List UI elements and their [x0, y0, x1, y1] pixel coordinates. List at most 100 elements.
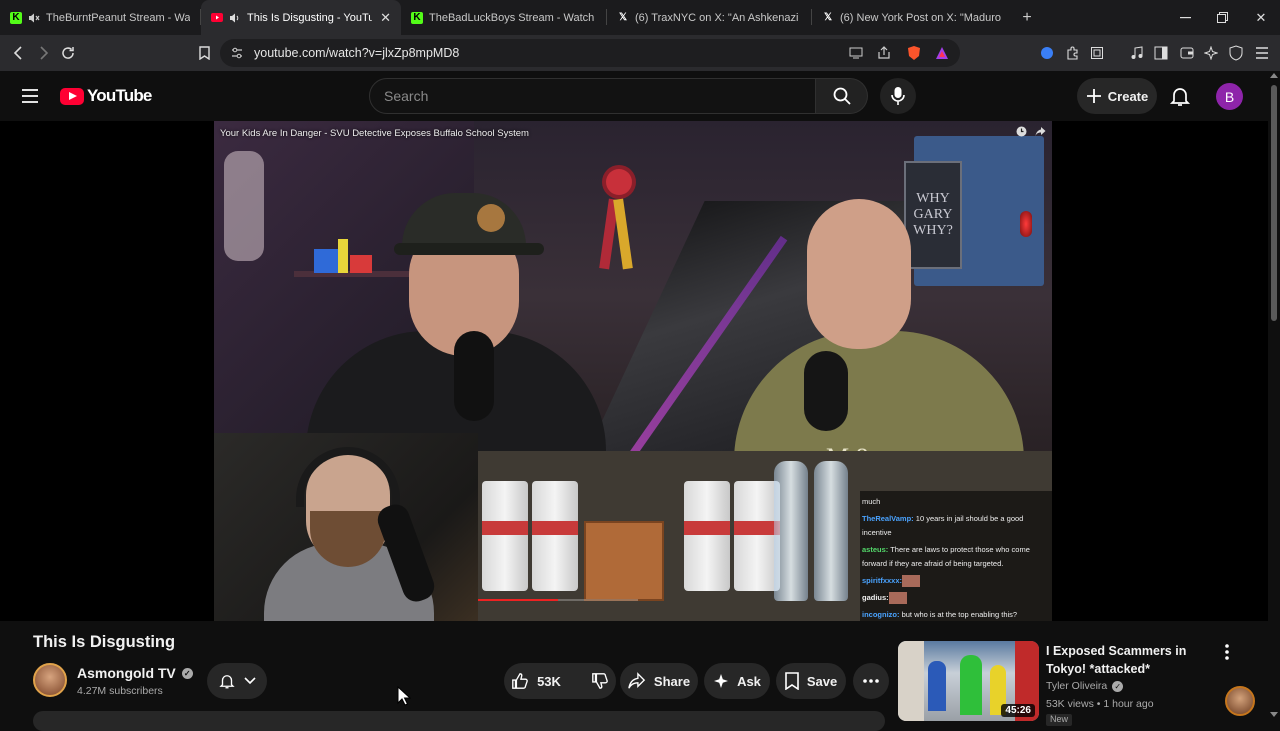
video-title: This Is Disgusting — [33, 633, 176, 651]
search-box — [369, 78, 816, 114]
player-overlay-title[interactable]: Your Kids Are In Danger - SVU Detective … — [220, 128, 529, 139]
channel-avatar[interactable] — [33, 663, 67, 697]
channel-name-row[interactable]: Asmongold TV ✓ — [77, 665, 193, 681]
host-left-cap-brim — [394, 243, 544, 255]
address-bar[interactable]: youtube.com/watch?v=jlxZp8mpMD8 — [220, 39, 960, 67]
search-icon — [833, 87, 851, 105]
like-button[interactable]: 53K — [499, 663, 567, 699]
description-box[interactable] — [33, 711, 885, 731]
tab-youtube-active[interactable]: This Is Disgusting - YouTube ✕ — [201, 0, 401, 35]
save-button[interactable]: Save — [776, 663, 846, 699]
scroll-up-arrow-icon[interactable] — [1270, 73, 1278, 78]
share-button[interactable]: Share — [620, 663, 698, 699]
dislike-button[interactable] — [583, 663, 621, 699]
leo-ai-icon[interactable] — [1197, 35, 1225, 71]
new-badge: New — [1046, 714, 1073, 726]
more-actions-button[interactable] — [853, 663, 889, 699]
cap-patch — [477, 204, 505, 232]
search-button[interactable] — [816, 78, 868, 114]
chat-message: much — [862, 495, 1050, 509]
tab-theburntpeanut[interactable]: K TheBurntPeanut Stream - Watch L — [0, 0, 200, 35]
tab-traxnyc[interactable]: 𝕏 (6) TraxNYC on X: "An Ashkenazi less — [607, 0, 811, 35]
floating-channel-avatar[interactable] — [1225, 686, 1255, 716]
podcast-microphone — [804, 351, 848, 431]
back-icon[interactable] — [4, 35, 32, 71]
recommended-title[interactable]: I Exposed Scammers in Tokyo! *attacked* — [1046, 642, 1216, 678]
screenshot-icon[interactable] — [1083, 35, 1111, 71]
scrollbar-thumb[interactable] — [1271, 85, 1277, 321]
ask-button[interactable]: Ask — [704, 663, 770, 699]
close-window-icon[interactable]: ✕ — [1242, 0, 1280, 35]
bookmark-icon[interactable] — [190, 35, 218, 71]
stream-progress-fill — [478, 599, 558, 601]
youtube-play-icon — [60, 87, 84, 105]
watch-later-clock-icon[interactable] — [1016, 126, 1027, 140]
scroll-down-arrow-icon[interactable] — [1270, 712, 1278, 717]
recommended-more-menu-icon[interactable] — [1220, 643, 1234, 661]
sidebar-icon[interactable] — [1147, 35, 1175, 71]
youtube-logo[interactable]: YouTube — [60, 86, 152, 106]
chat-message: spiritfxxxx: — [862, 574, 1050, 588]
book-cover: WHY GARY WHY? — [904, 161, 962, 269]
recommended-channel-row[interactable]: Tyler Oliveira ✓ — [1046, 680, 1124, 692]
url-text: youtube.com/watch?v=jlxZp8mpMD8 — [254, 46, 460, 60]
recommended-thumbnail[interactable]: 45:26 — [898, 641, 1039, 721]
speaker-icon[interactable] — [229, 12, 241, 24]
background-toy — [350, 255, 372, 273]
more-horizontal-icon — [863, 679, 879, 683]
chat-message: asteus: There are laws to protect those … — [862, 543, 1050, 571]
new-tab-button[interactable]: + — [1012, 0, 1042, 35]
thumbnail-sign — [898, 641, 924, 721]
tab-nypost[interactable]: 𝕏 (6) New York Post on X: "Maduro Ope — [812, 0, 1012, 35]
ribbon-tail — [613, 198, 633, 270]
wooden-box — [584, 521, 664, 601]
plus-icon — [1086, 89, 1101, 103]
create-button[interactable]: Create — [1077, 78, 1157, 114]
voice-search-button[interactable] — [880, 78, 916, 114]
video-player[interactable]: WHY GARY WHY? M 8 much TheRealVamp: 10 — [0, 121, 1268, 716]
hamburger-menu-icon[interactable] — [20, 86, 40, 106]
thumbnail-person — [960, 655, 982, 715]
podcast-microphone — [454, 331, 494, 421]
restore-icon[interactable] — [1203, 0, 1241, 35]
account-avatar[interactable]: B — [1216, 83, 1243, 110]
verified-check-icon: ✓ — [181, 667, 193, 679]
muted-speaker-icon[interactable] — [28, 12, 40, 24]
notifications-bell-icon[interactable] — [1168, 84, 1192, 108]
cast-icon[interactable] — [848, 45, 864, 61]
drink-can — [684, 481, 730, 591]
share-page-icon[interactable] — [876, 45, 892, 61]
recommended-channel[interactable]: Tyler Oliveira — [1046, 680, 1107, 692]
mouse-cursor-icon — [397, 685, 412, 706]
tab-thebadluckboys[interactable]: K TheBadLuckBoys Stream - Watch Live — [401, 0, 606, 35]
channel-name[interactable]: Asmongold TV — [77, 665, 176, 681]
vpn-icon[interactable] — [1222, 35, 1250, 71]
background-toy — [338, 239, 348, 273]
headphones — [296, 447, 400, 507]
chat-user: gadius: — [862, 593, 889, 602]
chat-user: TheRealVamp: — [862, 514, 914, 523]
background-jersey — [224, 151, 264, 261]
video-frame[interactable]: WHY GARY WHY? M 8 much TheRealVamp: 10 — [214, 121, 1052, 621]
close-tab-icon[interactable]: ✕ — [380, 10, 391, 26]
kick-icon: K — [10, 11, 22, 24]
sparkle-icon — [714, 674, 729, 688]
x-icon: 𝕏 — [823, 12, 833, 23]
site-settings-icon[interactable] — [230, 46, 244, 65]
video-duration: 45:26 — [1001, 704, 1035, 717]
youtube-icon — [211, 12, 223, 24]
chat-message: incognizo: but who is at the top enablin… — [862, 608, 1050, 621]
create-label: Create — [1107, 88, 1149, 104]
brave-shields-icon[interactable] — [906, 45, 922, 61]
search-input[interactable] — [384, 88, 815, 104]
translate-icon[interactable] — [1033, 35, 1061, 71]
tab-title: TheBadLuckBoys Stream - Watch Live — [429, 11, 596, 24]
minimize-icon[interactable] — [1166, 0, 1204, 35]
brave-rewards-icon[interactable] — [934, 45, 950, 61]
reload-icon[interactable] — [54, 35, 82, 71]
share-arrow-icon[interactable] — [1035, 126, 1046, 140]
page-scrollbar[interactable] — [1268, 71, 1280, 720]
chat-emote — [888, 592, 907, 605]
subscription-notifications-button[interactable] — [207, 663, 267, 699]
menu-icon[interactable] — [1248, 35, 1276, 71]
